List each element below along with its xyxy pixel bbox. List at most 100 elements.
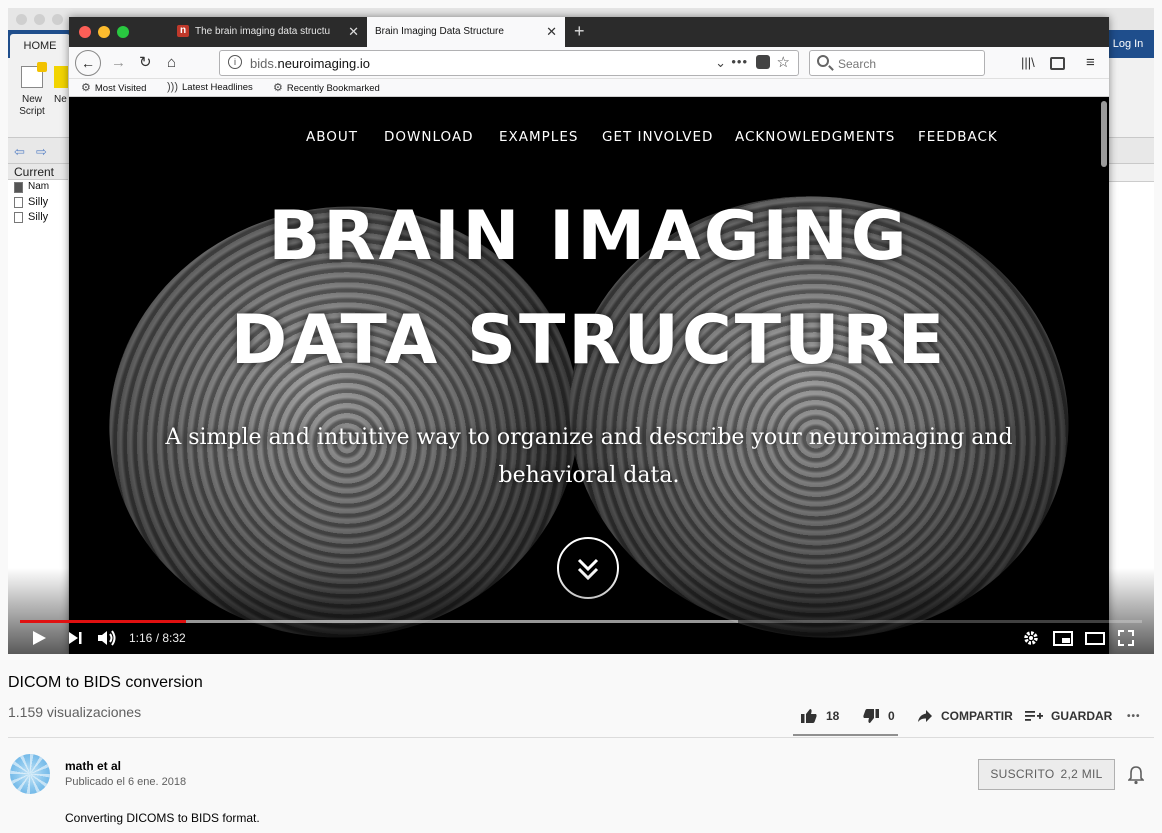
browser-tab-1[interactable]: n The brain imaging data structu ✕: [169, 17, 365, 47]
back-button[interactable]: ←: [75, 50, 101, 76]
new-label: Ne: [54, 94, 67, 105]
new-tab-icon[interactable]: +: [574, 17, 585, 45]
bookmarks-bar: ⚙ Most Visited ))) Latest Headlines ⚙ Recen…: [69, 79, 1109, 97]
like-button[interactable]: 18: [800, 706, 839, 726]
subscriber-count: 2,2 MIL: [1060, 767, 1103, 781]
like-count: 18: [826, 709, 840, 723]
bookmark-label: Recently Bookmarked: [286, 83, 380, 94]
thumbs-down-icon: [863, 709, 879, 723]
matlab-new-script-button[interactable]: New Script: [14, 62, 50, 118]
channel-name[interactable]: math et al: [65, 759, 121, 773]
gear-icon: ⚙: [81, 82, 91, 94]
file-row[interactable]: Silly: [8, 195, 68, 210]
mac-max-dot: [52, 14, 63, 25]
tab-title: Brain Imaging Data Structure: [375, 26, 504, 37]
theater-mode-icon[interactable]: [1084, 628, 1106, 648]
share-arrow-icon: [918, 710, 932, 722]
url-domain: neuroimaging.io: [277, 56, 370, 71]
share-button[interactable]: COMPARTIR: [917, 706, 1013, 726]
home-icon[interactable]: ⌂: [167, 53, 176, 73]
window-close-icon[interactable]: [79, 26, 91, 38]
settings-gear-icon[interactable]: [1022, 628, 1040, 648]
played-bar: [20, 620, 187, 623]
playlist-add-icon: [1025, 711, 1043, 721]
volume-icon[interactable]: [96, 628, 118, 648]
search-box[interactable]: Search: [809, 50, 985, 76]
library-icon[interactable]: |||\: [1021, 53, 1035, 73]
miniplayer-icon[interactable]: [1052, 628, 1074, 648]
video-description: Converting DICOMS to BIDS format.: [65, 811, 260, 825]
dislike-count: 0: [888, 709, 895, 723]
url-bar[interactable]: i bids.neuroimaging.io ⌄ ••• ☆: [219, 50, 799, 76]
mac-close-dot: [16, 14, 27, 25]
tab-title: The brain imaging data structu: [195, 26, 331, 37]
menu-icon[interactable]: ≡: [1086, 53, 1095, 73]
nav-acknowledgments[interactable]: ACKNOWLEDGMENTS: [735, 129, 895, 145]
divider: [8, 737, 1154, 738]
bookmark-recently-bookmarked[interactable]: ⚙ Recently Bookmarked: [273, 81, 380, 94]
script-file-icon: [14, 197, 23, 208]
matlab-home-tab[interactable]: HOME: [10, 34, 70, 58]
right-panel-toolbar: [1109, 138, 1154, 164]
chevron-down-icon[interactable]: ⌄: [715, 55, 726, 71]
nav-download[interactable]: DOWNLOAD: [384, 129, 474, 145]
file-row[interactable]: Silly: [8, 210, 68, 225]
tab-close-icon[interactable]: ✕: [348, 17, 359, 47]
star-icon[interactable]: ☆: [777, 53, 790, 71]
matlab-new-button[interactable]: Ne: [54, 66, 68, 118]
bookmark-latest-headlines[interactable]: ))) Latest Headlines: [167, 81, 253, 93]
bookmark-most-visited[interactable]: ⚙ Most Visited: [81, 81, 146, 94]
subscribe-label: SUSCRITO: [990, 767, 1055, 781]
fullscreen-icon[interactable]: [1116, 628, 1136, 648]
gear-icon: ⚙: [273, 82, 283, 94]
view-count: 1.159 visualizaciones: [8, 704, 142, 720]
site-info-icon[interactable]: i: [228, 55, 242, 69]
bookmark-label: Most Visited: [94, 83, 147, 94]
matlab-login-link[interactable]: Log In: [1104, 34, 1152, 54]
current-folder-header: Current: [8, 164, 68, 180]
more-actions-icon[interactable]: •••: [731, 54, 748, 69]
channel-avatar[interactable]: [10, 754, 50, 794]
nav-about[interactable]: ABOUT: [306, 129, 358, 145]
browser-tab-2[interactable]: Brain Imaging Data Structure ✕: [367, 17, 565, 47]
rss-icon: ))): [167, 81, 178, 93]
video-title: DICOM to BIDS conversion: [8, 674, 203, 691]
forward-icon[interactable]: →: [111, 53, 126, 73]
reload-icon[interactable]: ↻: [139, 53, 152, 73]
file-name: Silly: [28, 211, 49, 223]
hero-subtitle-line2: behavioral data.: [498, 463, 680, 488]
window-minimize-icon[interactable]: [98, 26, 110, 38]
sidebar-icon[interactable]: [1050, 57, 1065, 70]
new-script-label: New Script: [19, 94, 45, 117]
pocket-icon[interactable]: [756, 55, 770, 69]
file-list-header: Nam: [8, 180, 68, 195]
next-icon[interactable]: [66, 628, 84, 648]
video-player[interactable]: HOME Log In New Script Ne ⇦ ⇨ Current Na…: [8, 8, 1154, 654]
firefox-window: n The brain imaging data structu ✕ Brain …: [69, 17, 1109, 654]
firefox-toolbar: ← → ↻ ⌂ i bids.neuroimaging.io ⌄ ••• ☆ S…: [69, 47, 1109, 79]
new-icon: [54, 66, 68, 88]
nav-get-involved[interactable]: GET INVOLVED: [602, 129, 713, 145]
save-button[interactable]: GUARDAR: [1025, 706, 1112, 726]
share-label: COMPARTIR: [941, 709, 1013, 723]
file-icon: [14, 182, 23, 193]
page-scrollbar[interactable]: [1101, 101, 1107, 167]
tab-close-icon[interactable]: ✕: [546, 17, 557, 47]
right-panel-header: [1109, 164, 1154, 182]
mac-min-dot: [34, 14, 45, 25]
dislike-button[interactable]: 0: [862, 706, 895, 726]
play-icon[interactable]: [30, 628, 48, 648]
search-icon: [817, 55, 829, 67]
window-maximize-icon[interactable]: [117, 26, 129, 38]
back-arrow-icon[interactable]: ⇦: [14, 144, 25, 160]
new-script-icon: [21, 62, 47, 88]
subscribed-button[interactable]: SUSCRITO 2,2 MIL: [978, 759, 1115, 790]
progress-bar[interactable]: [20, 620, 1142, 623]
forward-arrow-icon[interactable]: ⇨: [36, 144, 47, 160]
notification-bell-icon[interactable]: [1128, 765, 1144, 785]
hero-subtitle-line1: A simple and intuitive way to organize a…: [165, 425, 1013, 450]
hero-title-line2: DATA STRUCTURE: [230, 301, 948, 380]
nav-examples[interactable]: EXAMPLES: [499, 129, 578, 145]
more-actions-button[interactable]: •••: [1127, 706, 1141, 726]
nav-feedback[interactable]: FEEDBACK: [918, 129, 998, 145]
